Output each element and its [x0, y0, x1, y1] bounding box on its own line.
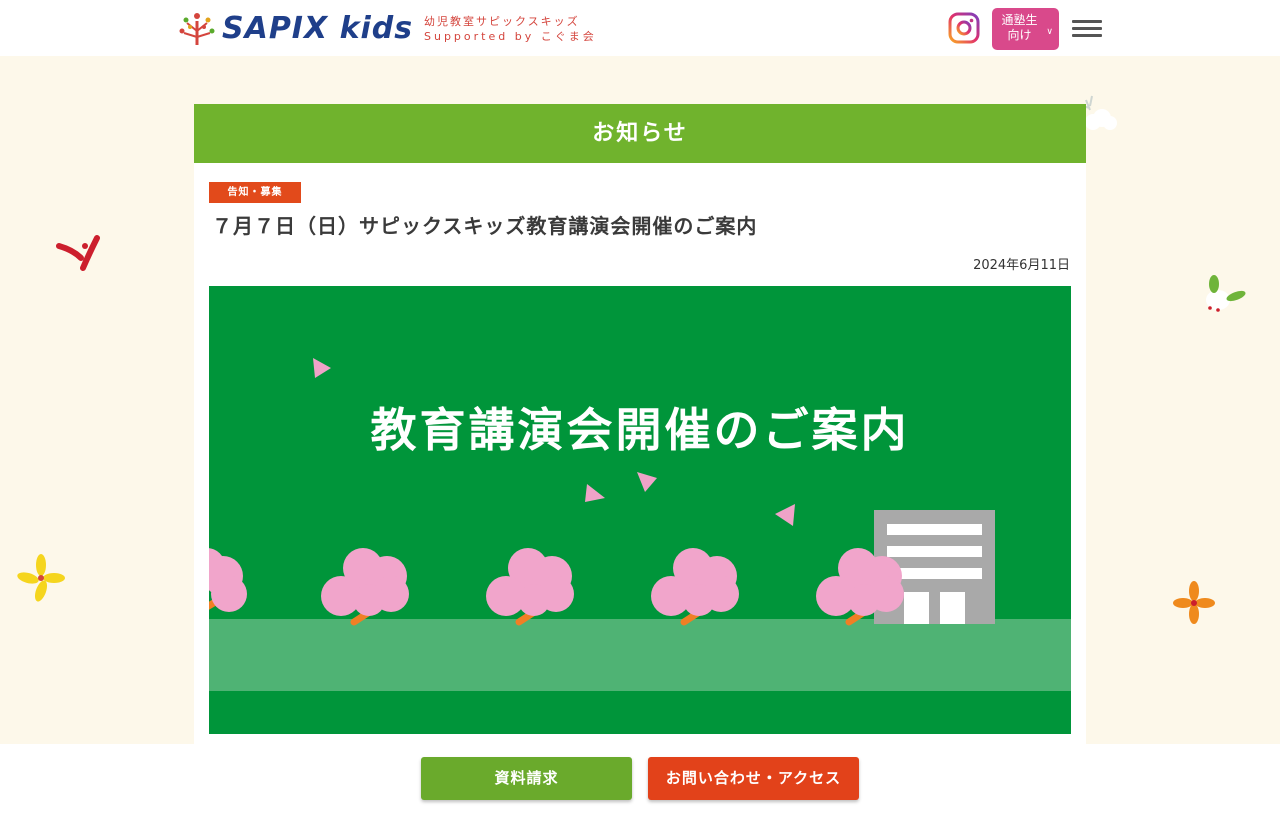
tagline-name: 幼児教室サピックスキッズ [424, 15, 580, 28]
article-date: 2024年6月11日 [973, 258, 1070, 273]
audience-label-line1: 通塾生 [1001, 13, 1038, 27]
footer-cta-bar: 資料請求 お問い合わせ・アクセス [0, 744, 1280, 816]
site-header: SAPIX kids 幼児教室サピックスキッズ Supported by こぐま… [0, 0, 1280, 56]
instagram-icon[interactable] [948, 12, 980, 44]
section-title-banner: お知らせ [194, 104, 1086, 163]
logo-wordmark: SAPIX kids [222, 11, 414, 46]
tree-logo-icon [179, 13, 215, 45]
site-tagline: 幼児教室サピックスキッズ Supported by こぐま会 [424, 14, 597, 45]
site-logo[interactable]: SAPIX kids [178, 10, 413, 48]
hero-heading: 教育講演会開催のご案内 [370, 403, 910, 457]
audience-label-line2: 向け [1007, 28, 1032, 42]
yellow-flower-decoration-icon [17, 554, 65, 602]
hero-illustration [209, 358, 1071, 691]
category-tag[interactable]: 告知・募集 [209, 182, 301, 203]
red-sprout-decoration-icon [56, 235, 100, 271]
news-article-card: お知らせ 告知・募集 ７月７日（日）サピックスキッズ教育講演会開催のご案内 20… [194, 104, 1086, 764]
request-materials-button[interactable]: 資料請求 [421, 757, 632, 800]
audience-menu-button[interactable]: 通塾生 向け ∨ [992, 8, 1059, 50]
contact-access-button[interactable]: お問い合わせ・アクセス [648, 757, 859, 800]
article-title: ７月７日（日）サピックスキッズ教育講演会開催のご案内 [212, 214, 758, 238]
tagline-supported-by: Supported by こぐま会 [424, 30, 597, 43]
hero-image: 教育講演会開催のご案内 [209, 286, 1071, 734]
green-leaf-decoration-icon [1206, 275, 1246, 312]
hamburger-menu-icon[interactable] [1072, 20, 1102, 38]
orange-flower-decoration-icon [1173, 581, 1215, 624]
chevron-down-icon: ∨ [1046, 27, 1053, 37]
